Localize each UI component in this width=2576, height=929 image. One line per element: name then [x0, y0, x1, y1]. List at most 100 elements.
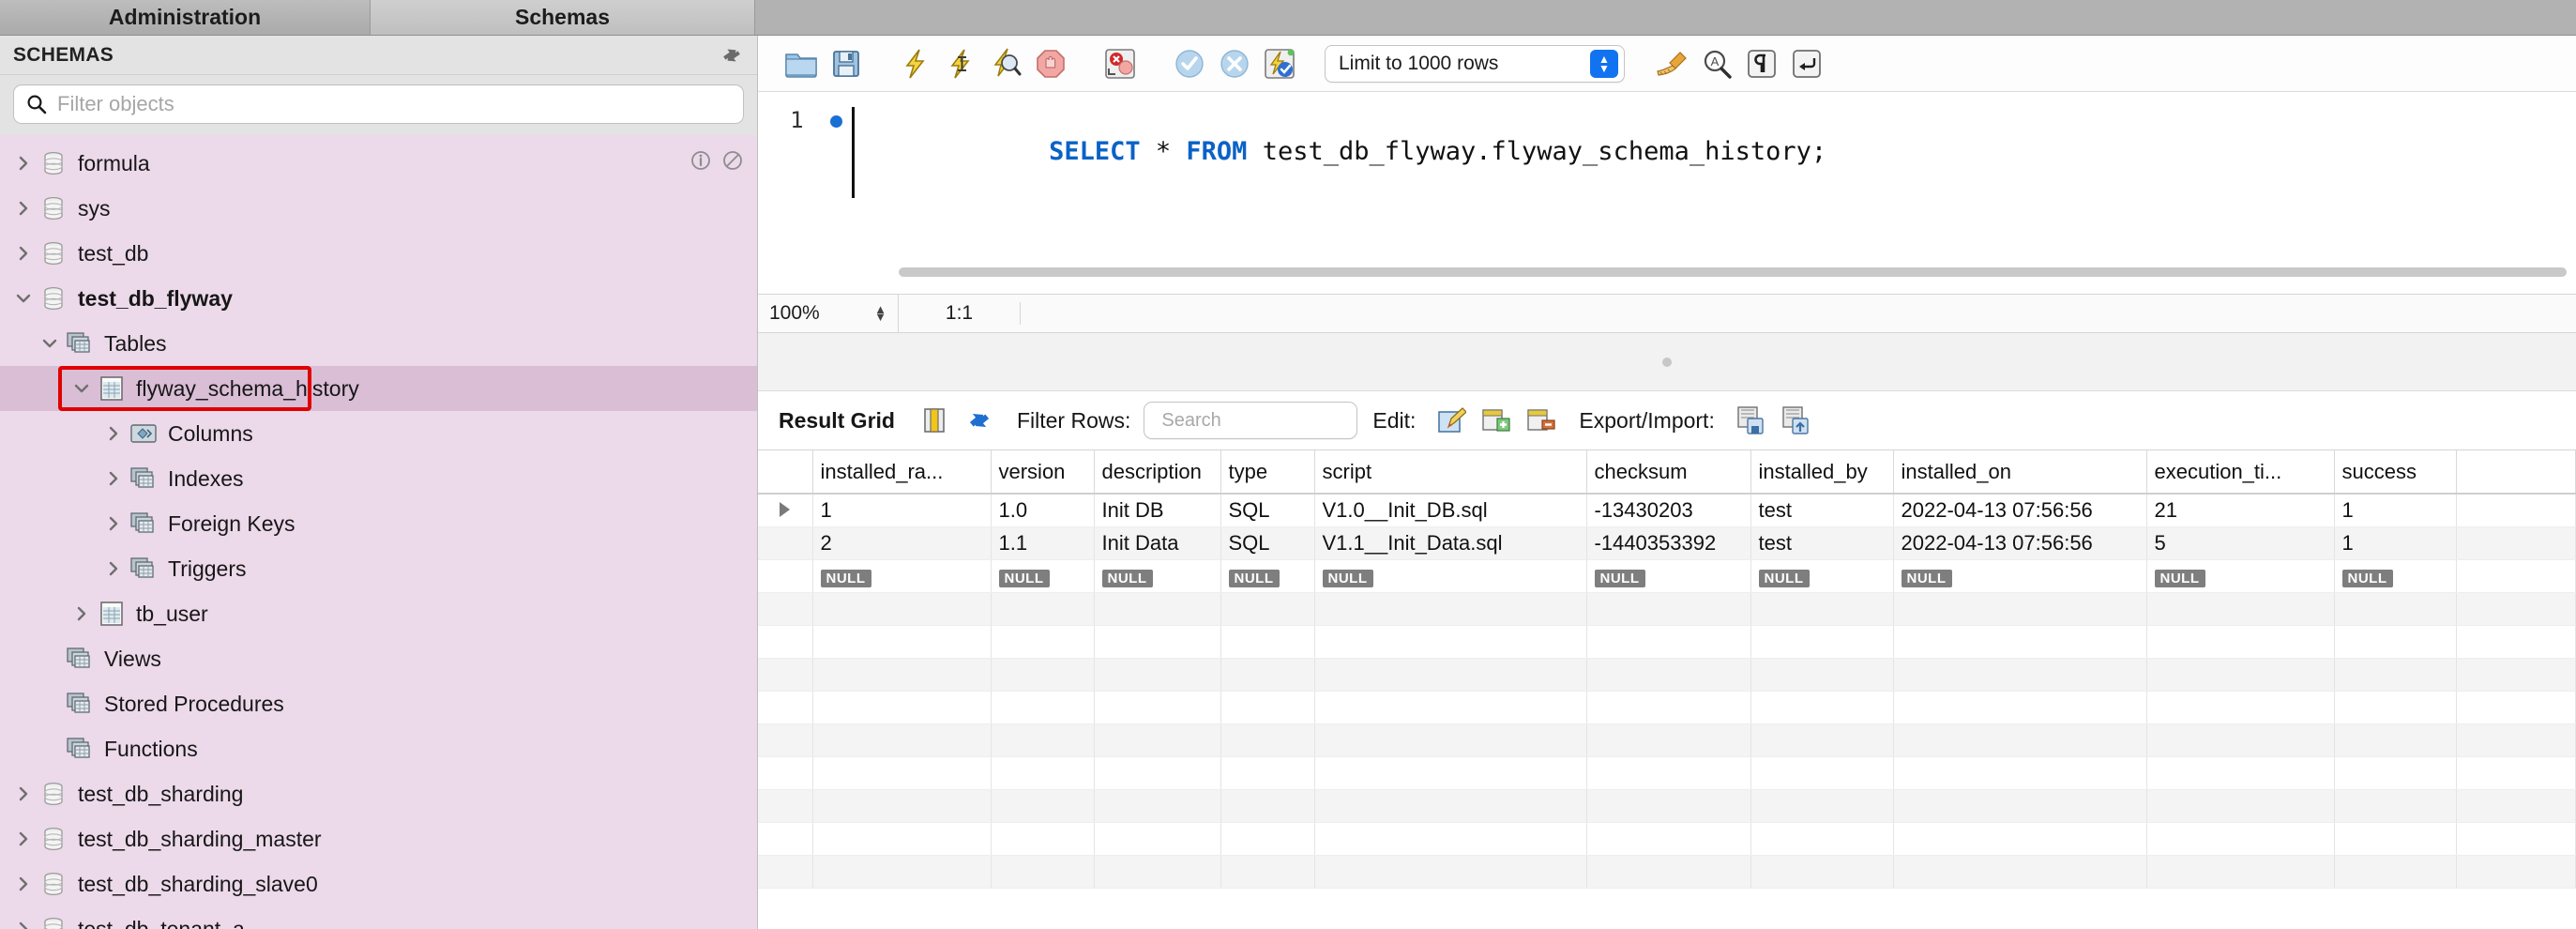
chevron-down-icon[interactable] [9, 289, 38, 308]
tree-item-sys[interactable]: sys [0, 186, 757, 231]
tree-item-test-db-tenant-a[interactable]: test_db_tenant_a [0, 906, 757, 929]
table-cell[interactable]: 5 [2146, 527, 2334, 560]
table-cell[interactable]: V1.0__Init_DB.sql [1314, 494, 1586, 527]
pane-splitter[interactable] [758, 333, 2576, 391]
form-view-icon[interactable] [957, 400, 1002, 441]
table-row[interactable]: 11.0Init DBSQLV1.0__Init_DB.sql-13430203… [758, 494, 2576, 527]
table-row[interactable]: 21.1Init DataSQLV1.1__Init_Data.sql-1440… [758, 527, 2576, 560]
table-cell[interactable]: NULL [991, 560, 1094, 593]
import-recordset-icon[interactable] [1773, 400, 1818, 441]
table-cell[interactable]: NULL [1220, 560, 1314, 593]
sql-code-text[interactable]: SELECT * FROM test_db_flyway.flyway_sche… [852, 107, 2576, 198]
chevron-right-icon[interactable] [99, 514, 128, 533]
tree-item-formula[interactable]: formula [0, 141, 757, 186]
column-header[interactable]: execution_ti... [2146, 450, 2334, 494]
delete-row-icon[interactable] [1519, 400, 1564, 441]
info-icon[interactable] [689, 149, 712, 177]
table-row[interactable]: NULLNULLNULLNULLNULLNULLNULLNULLNULLNULL [758, 560, 2576, 593]
table-cell[interactable]: -1440353392 [1586, 527, 1750, 560]
table-row-empty[interactable] [758, 757, 2576, 790]
find-icon[interactable]: A [1694, 43, 1739, 84]
tab-administration[interactable]: Administration [0, 0, 371, 35]
grid-view-icon[interactable] [912, 400, 957, 441]
tree-item-test-db-sharding-master[interactable]: test_db_sharding_master [0, 816, 757, 861]
table-cell[interactable]: NULL [2334, 560, 2456, 593]
table-cell[interactable]: 1 [2334, 527, 2456, 560]
chevron-right-icon[interactable] [9, 154, 38, 173]
column-header[interactable]: type [1220, 450, 1314, 494]
column-header[interactable]: installed_by [1750, 450, 1893, 494]
chevron-right-icon[interactable] [9, 244, 38, 263]
stop-icon[interactable] [1028, 43, 1073, 84]
chevron-down-icon[interactable] [68, 379, 96, 398]
no-entry-icon[interactable] [721, 149, 744, 177]
table-cell[interactable]: NULL [1750, 560, 1893, 593]
zoom-level-control[interactable]: 100% ▲▼ [758, 295, 899, 332]
filter-objects-box[interactable] [13, 84, 744, 124]
execute-icon[interactable] [893, 43, 938, 84]
tree-item-stored-procedures[interactable]: Stored Procedures [0, 681, 757, 726]
table-cell[interactable]: V1.1__Init_Data.sql [1314, 527, 1586, 560]
tree-item-tables[interactable]: Tables [0, 321, 757, 366]
table-cell[interactable]: test [1750, 494, 1893, 527]
column-header[interactable]: description [1094, 450, 1220, 494]
execute-current-statement-icon[interactable] [938, 43, 983, 84]
sql-editor[interactable]: 1 SELECT * FROM test_db_flyway.flyway_sc… [758, 92, 2576, 294]
chevron-right-icon[interactable] [9, 920, 38, 929]
chevron-right-icon[interactable] [9, 830, 38, 848]
filter-rows-search-box[interactable] [1144, 402, 1357, 439]
column-header[interactable]: checksum [1586, 450, 1750, 494]
result-grid[interactable]: installed_ra...versiondescriptiontypescr… [758, 449, 2576, 929]
column-header[interactable]: script [1314, 450, 1586, 494]
table-cell[interactable]: 2022-04-13 07:56:56 [1893, 494, 2146, 527]
chevron-right-icon[interactable] [9, 199, 38, 218]
tree-item-test-db-sharding[interactable]: test_db_sharding [0, 771, 757, 816]
chevron-right-icon[interactable] [99, 424, 128, 443]
tab-schemas[interactable]: Schemas [371, 0, 755, 35]
tree-item-tb-user[interactable]: tb_user [0, 591, 757, 636]
table-cell[interactable]: SQL [1220, 527, 1314, 560]
filter-objects-input[interactable] [57, 92, 732, 116]
table-cell[interactable]: NULL [2146, 560, 2334, 593]
tree-item-test-db-sharding-slave0[interactable]: test_db_sharding_slave0 [0, 861, 757, 906]
table-row-empty[interactable] [758, 659, 2576, 692]
chevron-right-icon[interactable] [99, 469, 128, 488]
table-row-empty[interactable] [758, 724, 2576, 757]
explain-query-icon[interactable] [983, 43, 1028, 84]
tree-item-flyway-schema-history[interactable]: flyway_schema_history [0, 366, 757, 411]
column-header[interactable]: installed_ra... [812, 450, 991, 494]
column-header[interactable]: success [2334, 450, 2456, 494]
tree-item-columns[interactable]: Columns [0, 411, 757, 456]
chevron-right-icon[interactable] [9, 784, 38, 803]
column-header[interactable]: installed_on [1893, 450, 2146, 494]
table-cell[interactable]: -13430203 [1586, 494, 1750, 527]
table-cell[interactable]: Init Data [1094, 527, 1220, 560]
tree-item-functions[interactable]: Functions [0, 726, 757, 771]
column-header[interactable]: version [991, 450, 1094, 494]
toggle-autocommit-icon[interactable] [1257, 43, 1302, 84]
insert-row-icon[interactable] [1474, 400, 1519, 441]
table-cell[interactable]: 1 [812, 494, 991, 527]
toggle-wrapping-icon[interactable] [1784, 43, 1829, 84]
beautify-sql-icon[interactable] [1649, 43, 1694, 84]
table-cell[interactable]: NULL [1314, 560, 1586, 593]
tree-item-test-db-flyway[interactable]: test_db_flyway [0, 276, 757, 321]
open-sql-file-icon[interactable] [779, 43, 824, 84]
table-row-empty[interactable] [758, 856, 2576, 889]
table-row-empty[interactable] [758, 790, 2576, 823]
table-cell[interactable]: 1.0 [991, 494, 1094, 527]
limit-rows-select[interactable]: Limit to 1000 rows ▲▼ [1325, 45, 1625, 83]
chevron-down-icon[interactable] [36, 334, 64, 353]
table-cell[interactable]: NULL [812, 560, 991, 593]
tree-item-indexes[interactable]: Indexes [0, 456, 757, 501]
commit-icon[interactable] [1167, 43, 1212, 84]
editor-horizontal-scrollbar[interactable] [899, 267, 2567, 277]
table-row-empty[interactable] [758, 626, 2576, 659]
chevron-right-icon[interactable] [68, 604, 96, 623]
table-cell[interactable]: NULL [1893, 560, 2146, 593]
refresh-icon[interactable] [720, 43, 744, 68]
tree-item-test-db[interactable]: test_db [0, 231, 757, 276]
tree-item-views[interactable]: Views [0, 636, 757, 681]
chevron-right-icon[interactable] [9, 875, 38, 893]
table-cell[interactable]: 2 [812, 527, 991, 560]
